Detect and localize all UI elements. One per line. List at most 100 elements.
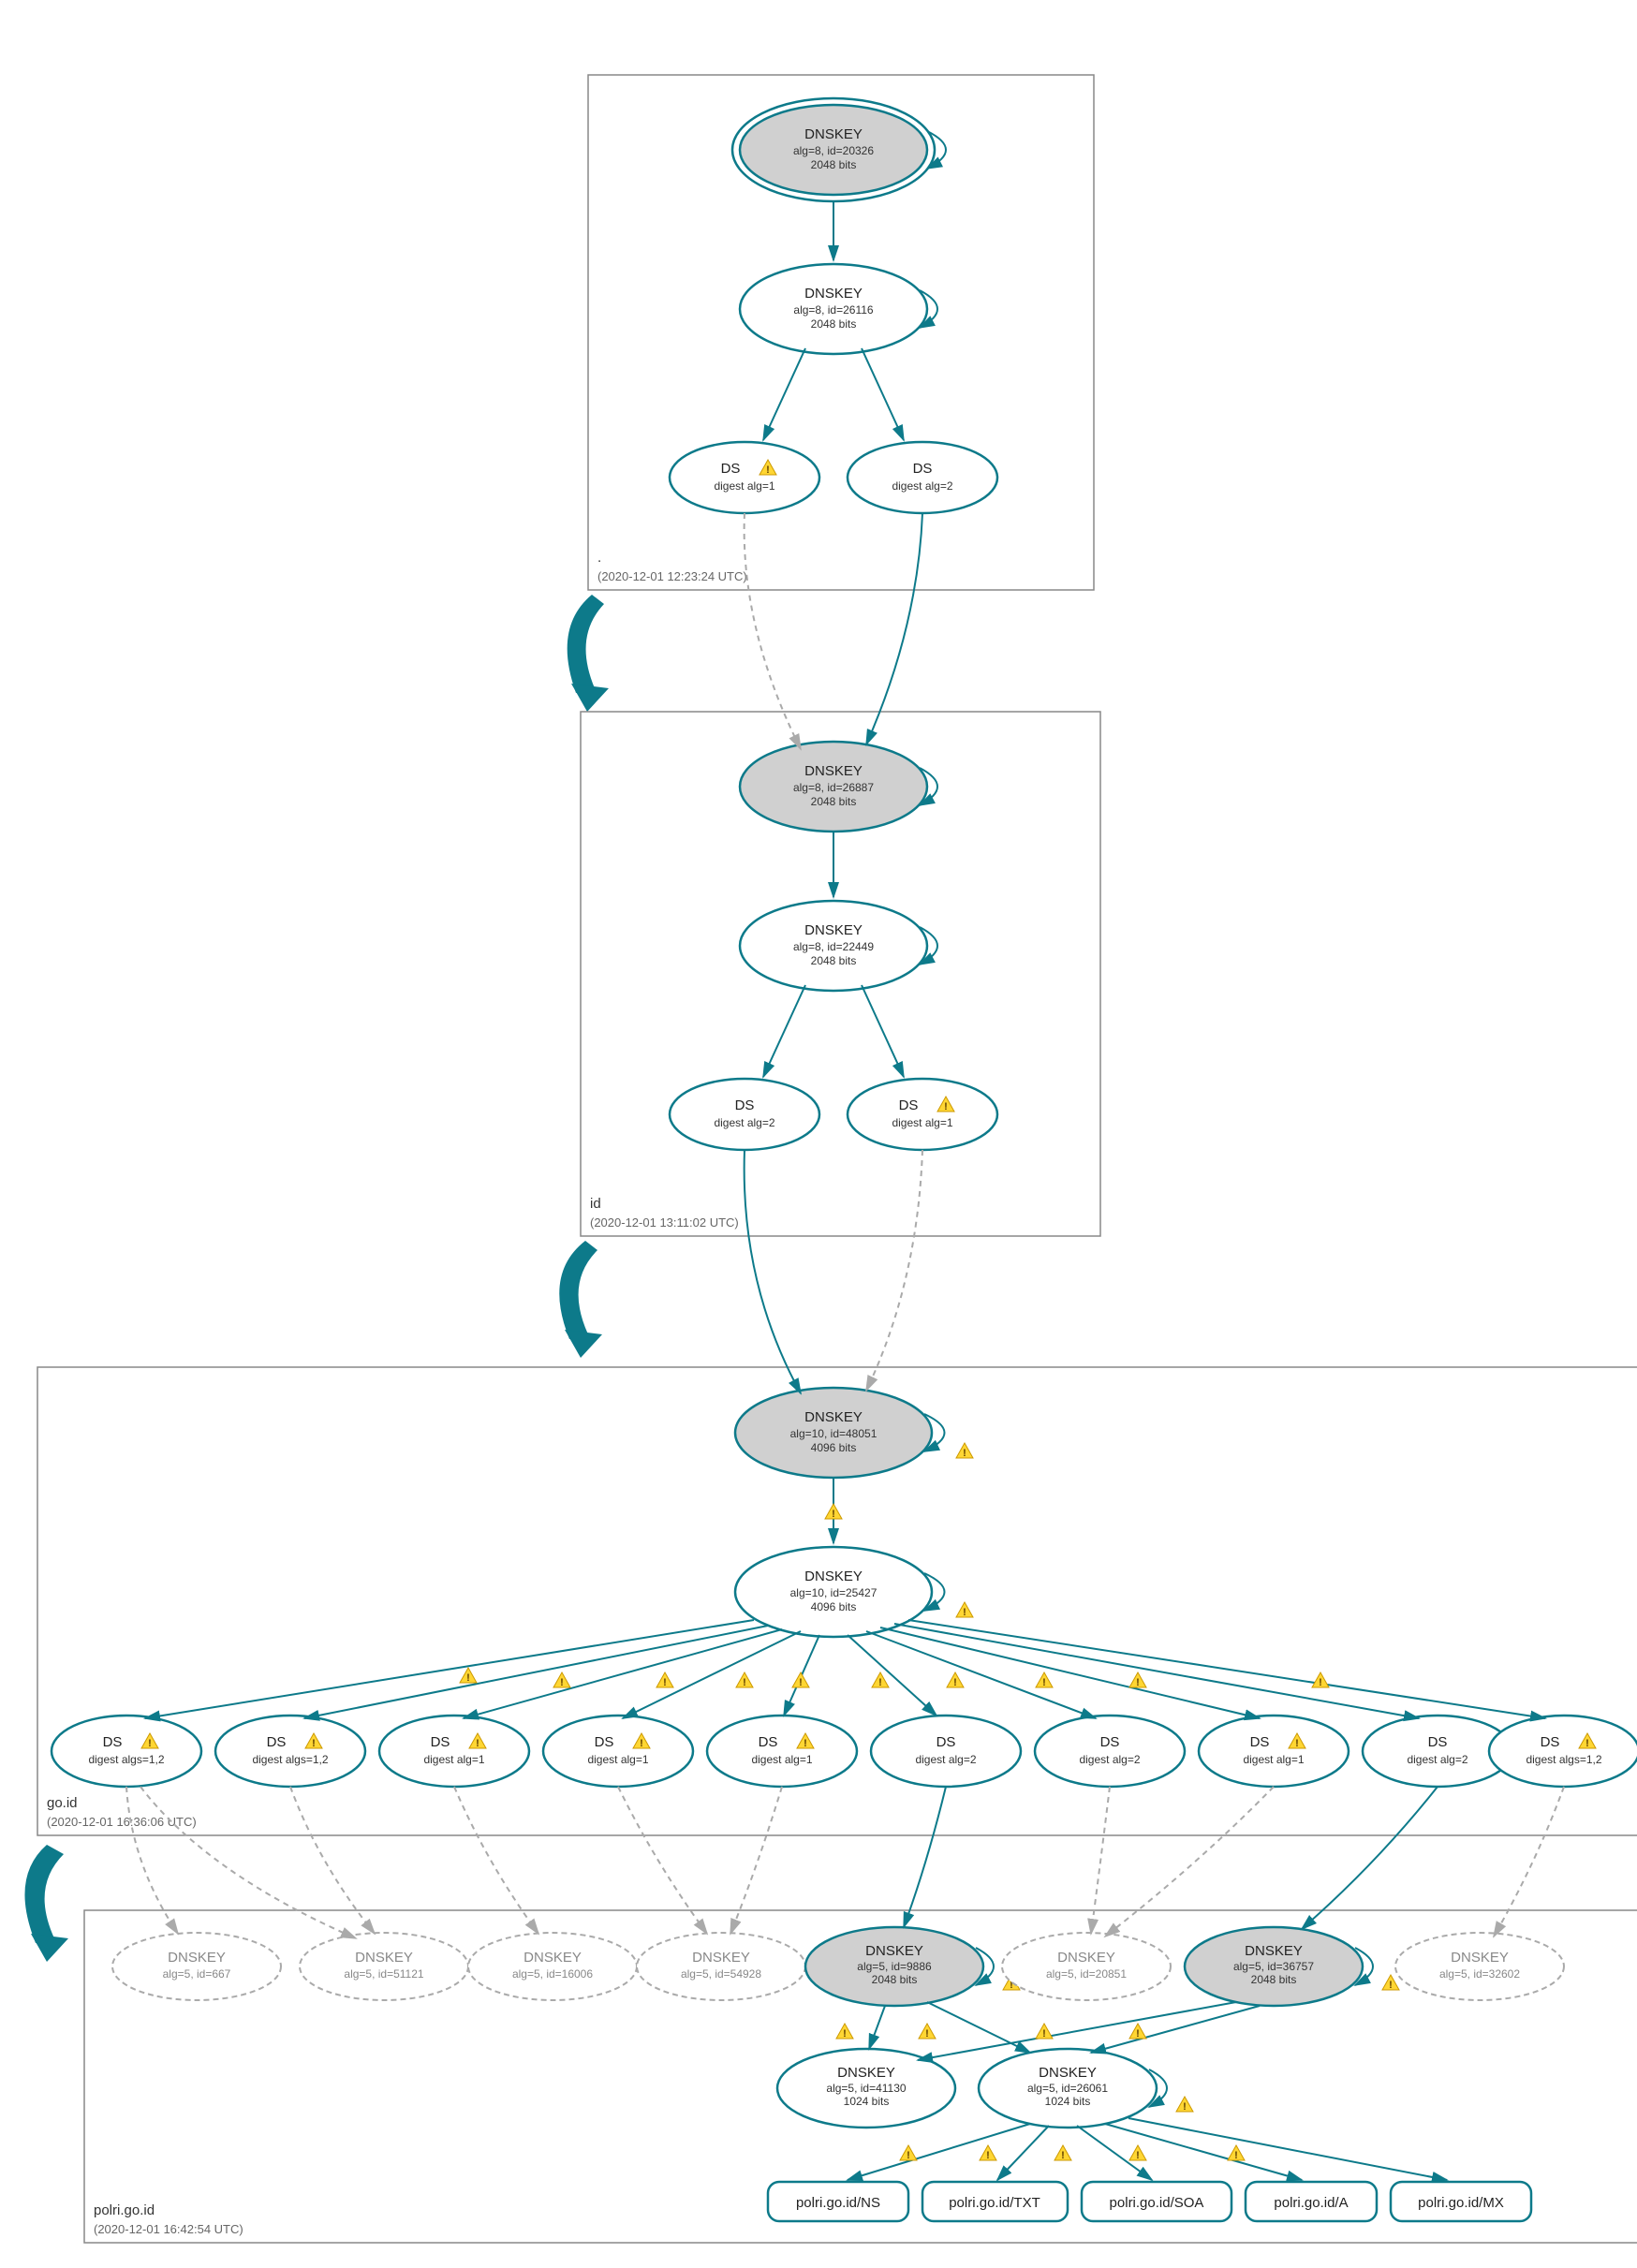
svg-text:1024 bits: 1024 bits: [844, 2095, 890, 2108]
svg-text:digest alg=1: digest alg=1: [751, 1753, 812, 1766]
zone-goid-date: (2020-12-01 16:36:06 UTC): [47, 1815, 197, 1829]
svg-text:2048 bits: 2048 bits: [811, 317, 857, 331]
svg-text:4096 bits: 4096 bits: [811, 1441, 857, 1454]
polri-dnskey-row: DNSKEYalg=5, id=667 DNSKEYalg=5, id=5112…: [112, 1927, 1564, 2006]
svg-text:DNSKEY: DNSKEY: [804, 286, 863, 302]
svg-text:alg=5, id=20851: alg=5, id=20851: [1046, 1967, 1127, 1981]
svg-text:2048 bits: 2048 bits: [872, 1973, 918, 1986]
svg-text:alg=10, id=48051: alg=10, id=48051: [790, 1427, 877, 1440]
svg-text:digest algs=1,2: digest algs=1,2: [88, 1753, 164, 1766]
node-goid-ksk: DNSKEY alg=10, id=48051 4096 bits: [735, 1388, 932, 1478]
svg-text:DS: DS: [1250, 1734, 1270, 1750]
node-goid-zsk: DNSKEY alg=10, id=25427 4096 bits: [735, 1547, 932, 1637]
svg-text:digest alg=1: digest alg=1: [714, 479, 774, 493]
svg-text:alg=5, id=667: alg=5, id=667: [163, 1967, 231, 1981]
node-root-ksk: DNSKEY alg=8, id=20326 2048 bits: [732, 98, 935, 201]
svg-text:digest alg=2: digest alg=2: [892, 479, 952, 493]
svg-text:digest alg=2: digest alg=2: [915, 1753, 976, 1766]
svg-text:DS: DS: [267, 1734, 287, 1750]
svg-text:DS: DS: [1541, 1734, 1560, 1750]
zone-arrow-id-goid: [559, 1241, 597, 1339]
svg-text:DNSKEY: DNSKEY: [1057, 1950, 1115, 1966]
svg-text:DNSKEY: DNSKEY: [524, 1950, 582, 1966]
svg-text:DS: DS: [721, 461, 741, 477]
rr-row: polri.go.id/NS polri.go.id/TXT polri.go.…: [768, 2182, 1531, 2221]
warning-icon: [956, 1602, 973, 1618]
svg-text:DNSKEY: DNSKEY: [837, 2065, 895, 2081]
svg-text:DS: DS: [759, 1734, 778, 1750]
svg-text:DNSKEY: DNSKEY: [1451, 1950, 1509, 1966]
svg-text:digest alg=1: digest alg=1: [1243, 1753, 1304, 1766]
node-id-ksk: DNSKEY alg=8, id=26887 2048 bits: [740, 742, 927, 832]
svg-text:1024 bits: 1024 bits: [1045, 2095, 1091, 2108]
zone-polri-date: (2020-12-01 16:42:54 UTC): [94, 2222, 243, 2236]
node-id-ds1: DS digest alg=2: [670, 1079, 819, 1150]
zone-arrow-goid-polri: [24, 1845, 64, 1943]
svg-text:digest algs=1,2: digest algs=1,2: [1526, 1753, 1601, 1766]
zone-root-label: .: [597, 550, 601, 566]
dnssec-diagram: ! . (2020-12-01 12:23:24 UTC) DNSKEY alg…: [19, 19, 1637, 2249]
svg-text:alg=5, id=36757: alg=5, id=36757: [1233, 1960, 1314, 1973]
svg-text:2048 bits: 2048 bits: [1251, 1973, 1297, 1986]
zone-id-label: id: [590, 1196, 601, 1212]
svg-text:DNSKEY: DNSKEY: [804, 763, 863, 779]
svg-text:DS: DS: [431, 1734, 450, 1750]
node-polri-k26061: DNSKEY alg=5, id=26061 1024 bits: [979, 2049, 1157, 2128]
svg-text:DNSKEY: DNSKEY: [804, 1568, 863, 1584]
svg-text:digest alg=1: digest alg=1: [423, 1753, 484, 1766]
svg-text:polri.go.id/SOA: polri.go.id/SOA: [1110, 2195, 1204, 2211]
zone-root-date: (2020-12-01 12:23:24 UTC): [597, 569, 747, 583]
svg-text:digest alg=2: digest alg=2: [1407, 1753, 1467, 1766]
zone-polri-label: polri.go.id: [94, 2202, 155, 2218]
svg-text:DNSKEY: DNSKEY: [804, 1409, 863, 1425]
svg-text:DNSKEY: DNSKEY: [1245, 1943, 1303, 1959]
svg-text:alg=8, id=26887: alg=8, id=26887: [793, 781, 874, 794]
svg-text:digest alg=2: digest alg=2: [1079, 1753, 1140, 1766]
svg-text:DS: DS: [103, 1734, 123, 1750]
node-root-ds2: DS digest alg=2: [848, 442, 997, 513]
node-id-ds2: DS digest alg=1: [848, 1079, 997, 1150]
svg-text:digest algs=1,2: digest algs=1,2: [252, 1753, 328, 1766]
svg-text:DS: DS: [899, 1097, 919, 1113]
zone-goid-label: go.id: [47, 1795, 78, 1811]
svg-text:polri.go.id/A: polri.go.id/A: [1274, 2195, 1348, 2211]
svg-text:alg=10, id=25427: alg=10, id=25427: [790, 1586, 877, 1599]
node-id-zsk: DNSKEY alg=8, id=22449 2048 bits: [740, 901, 927, 991]
svg-text:DS: DS: [735, 1097, 755, 1113]
svg-text:DNSKEY: DNSKEY: [865, 1943, 923, 1959]
svg-text:DNSKEY: DNSKEY: [355, 1950, 413, 1966]
zone-id-date: (2020-12-01 13:11:02 UTC): [590, 1215, 739, 1230]
svg-text:2048 bits: 2048 bits: [811, 795, 857, 808]
svg-text:digest alg=2: digest alg=2: [714, 1116, 774, 1129]
svg-text:DNSKEY: DNSKEY: [804, 126, 863, 142]
svg-text:DNSKEY: DNSKEY: [168, 1950, 226, 1966]
svg-text:alg=5, id=32602: alg=5, id=32602: [1439, 1967, 1520, 1981]
warning-icon: [956, 1443, 973, 1459]
svg-text:alg=5, id=26061: alg=5, id=26061: [1027, 2082, 1108, 2095]
svg-text:polri.go.id/NS: polri.go.id/NS: [796, 2195, 880, 2211]
svg-text:2048 bits: 2048 bits: [811, 158, 857, 171]
svg-text:DNSKEY: DNSKEY: [804, 922, 863, 938]
svg-text:alg=8, id=22449: alg=8, id=22449: [793, 940, 874, 953]
svg-text:4096 bits: 4096 bits: [811, 1600, 857, 1613]
svg-text:2048 bits: 2048 bits: [811, 954, 857, 967]
svg-text:DS: DS: [936, 1734, 956, 1750]
svg-text:alg=5, id=54928: alg=5, id=54928: [681, 1967, 761, 1981]
zone-arrow-root-id: [568, 595, 604, 693]
svg-text:alg=5, id=51121: alg=5, id=51121: [344, 1967, 424, 1981]
svg-text:alg=5, id=9886: alg=5, id=9886: [857, 1960, 932, 1973]
node-polri-k41130: DNSKEY alg=5, id=41130 1024 bits: [777, 2049, 955, 2128]
svg-text:alg=5, id=16006: alg=5, id=16006: [512, 1967, 593, 1981]
svg-text:DS: DS: [1100, 1734, 1120, 1750]
svg-text:alg=5, id=41130: alg=5, id=41130: [826, 2082, 907, 2095]
node-root-ds1: DS digest alg=1: [670, 442, 819, 513]
svg-text:DNSKEY: DNSKEY: [692, 1950, 750, 1966]
goid-ds-row: DS digest algs=1,2 DS digest algs=1,2 DS di…: [52, 1716, 1637, 1787]
svg-text:alg=8, id=26116: alg=8, id=26116: [793, 303, 874, 317]
svg-text:polri.go.id/MX: polri.go.id/MX: [1418, 2195, 1504, 2211]
svg-text:DS: DS: [595, 1734, 614, 1750]
warning-icon: [825, 1504, 842, 1520]
svg-text:polri.go.id/TXT: polri.go.id/TXT: [949, 2195, 1040, 2211]
svg-text:digest alg=1: digest alg=1: [587, 1753, 648, 1766]
svg-text:DS: DS: [1428, 1734, 1448, 1750]
